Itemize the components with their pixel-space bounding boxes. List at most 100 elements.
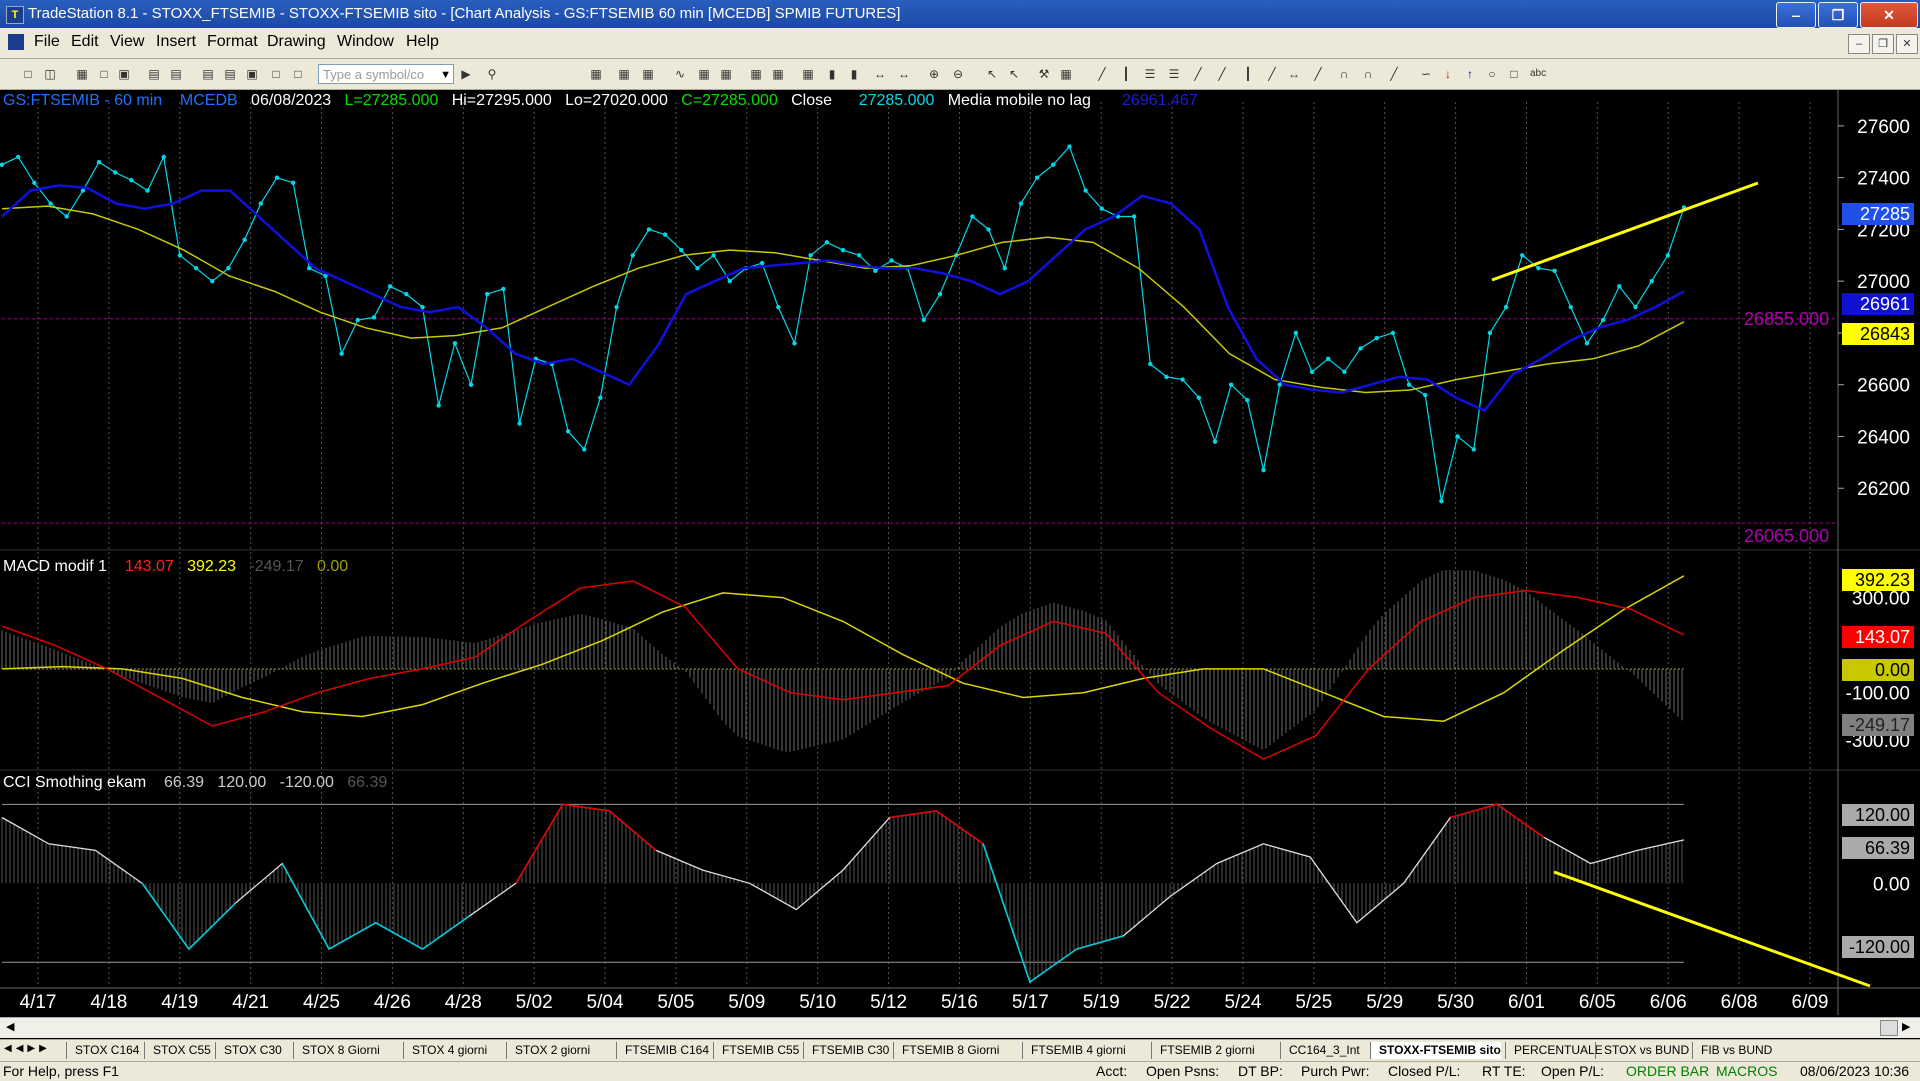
close-price-point <box>1309 369 1315 374</box>
close-price-point <box>1148 361 1153 367</box>
tab-6[interactable]: FTSEMIB C164 <box>616 1042 709 1059</box>
tab-2[interactable]: STOX C30 <box>215 1042 282 1059</box>
find-icon[interactable]: ⚲ <box>484 66 500 82</box>
tab-8[interactable]: FTSEMIB C30 <box>803 1042 889 1059</box>
page-icon[interactable]: □ <box>96 66 112 82</box>
channel-icon[interactable]: ╱ <box>1310 66 1326 82</box>
pitchfork-icon[interactable]: ╱ <box>1386 66 1402 82</box>
menu-insert[interactable]: Insert <box>156 33 196 51</box>
radar-icon[interactable]: ▦ <box>588 66 604 82</box>
scanner-icon[interactable]: ∿ <box>672 66 688 82</box>
chevron-down-icon[interactable]: ▼ <box>440 65 451 85</box>
mdi-restore-button[interactable]: ❐ <box>1872 34 1894 54</box>
horizontal-scrollbar[interactable]: ◀ ▶ <box>0 1017 1920 1038</box>
close-button[interactable]: ✕ <box>1860 2 1918 28</box>
vertical-lines-icon[interactable]: ┃ <box>1118 66 1134 82</box>
tab-0[interactable]: STOX C164 <box>66 1042 139 1059</box>
crosshair-pointer-icon[interactable]: ↖ <box>1006 66 1022 82</box>
speedline-icon[interactable]: ╱ <box>1190 66 1206 82</box>
arrow-up-icon[interactable]: ↑ <box>1462 66 1478 82</box>
tab-13[interactable]: STOXX-FTSEMIB sito <box>1370 1042 1501 1059</box>
rectangle-icon[interactable]: □ <box>1506 66 1522 82</box>
tab-15[interactable]: STOX vs BUND <box>1595 1042 1689 1059</box>
text-icon[interactable]: □ <box>268 66 284 82</box>
print-preview-icon[interactable]: ▤ <box>168 66 184 82</box>
chart-canvas[interactable]: 4/17 4/18 4/19 4/21 4/25 4/26 4/28 5/02 5/04 5/05… <box>0 90 1920 1015</box>
tab-nav-icon[interactable]: ◀◀▶▶ <box>4 1043 51 1054</box>
save-icon[interactable]: ▣ <box>116 66 132 82</box>
close-price-point <box>452 341 458 346</box>
strategy-icon[interactable]: ▦ <box>770 66 786 82</box>
mdi-close-button[interactable]: ✕ <box>1896 34 1918 54</box>
pointer-icon[interactable]: ↖ <box>984 66 1000 82</box>
menu-help[interactable]: Help <box>406 33 439 51</box>
cycle-lines-icon[interactable]: ┃ <box>1240 66 1256 82</box>
insert-icon[interactable]: □ <box>290 66 306 82</box>
text-tool-icon[interactable]: abc <box>1530 66 1546 82</box>
mdi-minimize-button[interactable]: ‒ <box>1848 34 1870 54</box>
fib-icon[interactable]: ☰ <box>1166 66 1182 82</box>
tab-3[interactable]: STOX 8 Giorni <box>293 1042 380 1059</box>
format-window-icon[interactable]: ▤ <box>222 66 238 82</box>
zoom-out-icon[interactable]: ⊖ <box>950 66 966 82</box>
tools-icon[interactable]: ⚒ <box>1036 66 1052 82</box>
restore-button[interactable]: ❐ <box>1818 2 1858 28</box>
portfolio-icon[interactable]: ▦ <box>696 66 712 82</box>
tab-12[interactable]: CC164_3_Int <box>1280 1042 1360 1059</box>
new-icon[interactable]: □ <box>20 66 36 82</box>
print-icon[interactable]: ▤ <box>146 66 162 82</box>
horizontal-lines-icon[interactable]: ☰ <box>1142 66 1158 82</box>
scroll-left-icon[interactable]: ◀ <box>6 1020 14 1033</box>
indicator-icon[interactable]: ▦ <box>800 66 816 82</box>
format-icon[interactable]: ▤ <box>200 66 216 82</box>
menu-file[interactable]: File <box>34 33 60 51</box>
optionstation-icon[interactable]: ▦ <box>718 66 734 82</box>
matrix-icon[interactable]: ▦ <box>616 66 632 82</box>
lock-icon[interactable]: ▣ <box>244 66 260 82</box>
order-bar-button[interactable]: ORDER BAR <box>1626 1062 1709 1081</box>
chart-window-icon[interactable] <box>8 34 24 50</box>
compress-icon[interactable]: ↔ <box>896 66 912 82</box>
tab-11[interactable]: FTSEMIB 2 giorni <box>1151 1042 1255 1059</box>
scroll-right-icon[interactable]: ▶ <box>1902 1020 1910 1033</box>
menu-format[interactable]: Format <box>207 33 258 51</box>
menu-drawing[interactable]: Drawing <box>267 33 326 51</box>
gann-icon[interactable]: ╱ <box>1214 66 1230 82</box>
menu-window[interactable]: Window <box>337 33 394 51</box>
zoom-in-icon[interactable]: ⊕ <box>926 66 942 82</box>
freehand-icon[interactable]: ∽ <box>1418 66 1434 82</box>
tab-10[interactable]: FTSEMIB 4 giorni <box>1022 1042 1126 1059</box>
tab-9[interactable]: FTSEMIB 8 Giorni <box>893 1042 999 1059</box>
bar-chart-icon[interactable]: ▮ <box>824 66 840 82</box>
fan-icon[interactable]: ∩ <box>1360 66 1376 82</box>
macd-name: MACD modif 1 <box>3 558 108 575</box>
andrews-icon[interactable]: ╱ <box>1264 66 1280 82</box>
tab-7[interactable]: FTSEMIB C55 <box>713 1042 799 1059</box>
news-icon[interactable]: ▦ <box>748 66 764 82</box>
tab-14[interactable]: PERCENTUALE <box>1505 1042 1603 1059</box>
arc-icon[interactable]: ∩ <box>1336 66 1352 82</box>
trendline-icon[interactable]: ╱ <box>1094 66 1110 82</box>
bar-spacing-icon[interactable]: ↔ <box>872 66 888 82</box>
tab-1[interactable]: STOX C55 <box>144 1042 211 1059</box>
minimize-button[interactable]: ‒ <box>1776 2 1816 28</box>
tab-4[interactable]: STOX 4 giorni <box>403 1042 487 1059</box>
tab-16[interactable]: FIB vs BUND <box>1692 1042 1772 1059</box>
hl-icon[interactable]: ▮ <box>846 66 862 82</box>
open-icon[interactable]: ◫ <box>42 66 58 82</box>
scroll-thumb[interactable] <box>1880 1020 1898 1036</box>
symbol-input[interactable]: Type a symbol/co ▼ <box>318 64 454 84</box>
grid-icon[interactable]: ▦ <box>1058 66 1074 82</box>
arrow-down-icon[interactable]: ↓ <box>1440 66 1456 82</box>
tab-5[interactable]: STOX 2 giorni <box>506 1042 590 1059</box>
chart-area[interactable]: 4/17 4/18 4/19 4/21 4/25 4/26 4/28 5/02 5/04 5/05… <box>0 90 1920 1015</box>
workspace-icon[interactable]: ▦ <box>74 66 90 82</box>
chart-icon[interactable]: ▦ <box>640 66 656 82</box>
ellipse-icon[interactable]: ○ <box>1484 66 1500 82</box>
status-open-pl: Open P/L: <box>1541 1063 1605 1079</box>
menu-edit[interactable]: Edit <box>71 33 99 51</box>
go-icon[interactable]: ▶ <box>458 66 474 82</box>
ray-icon[interactable]: ↔ <box>1286 66 1302 82</box>
menu-view[interactable]: View <box>110 33 144 51</box>
macros-button[interactable]: MACROS <box>1716 1062 1777 1081</box>
